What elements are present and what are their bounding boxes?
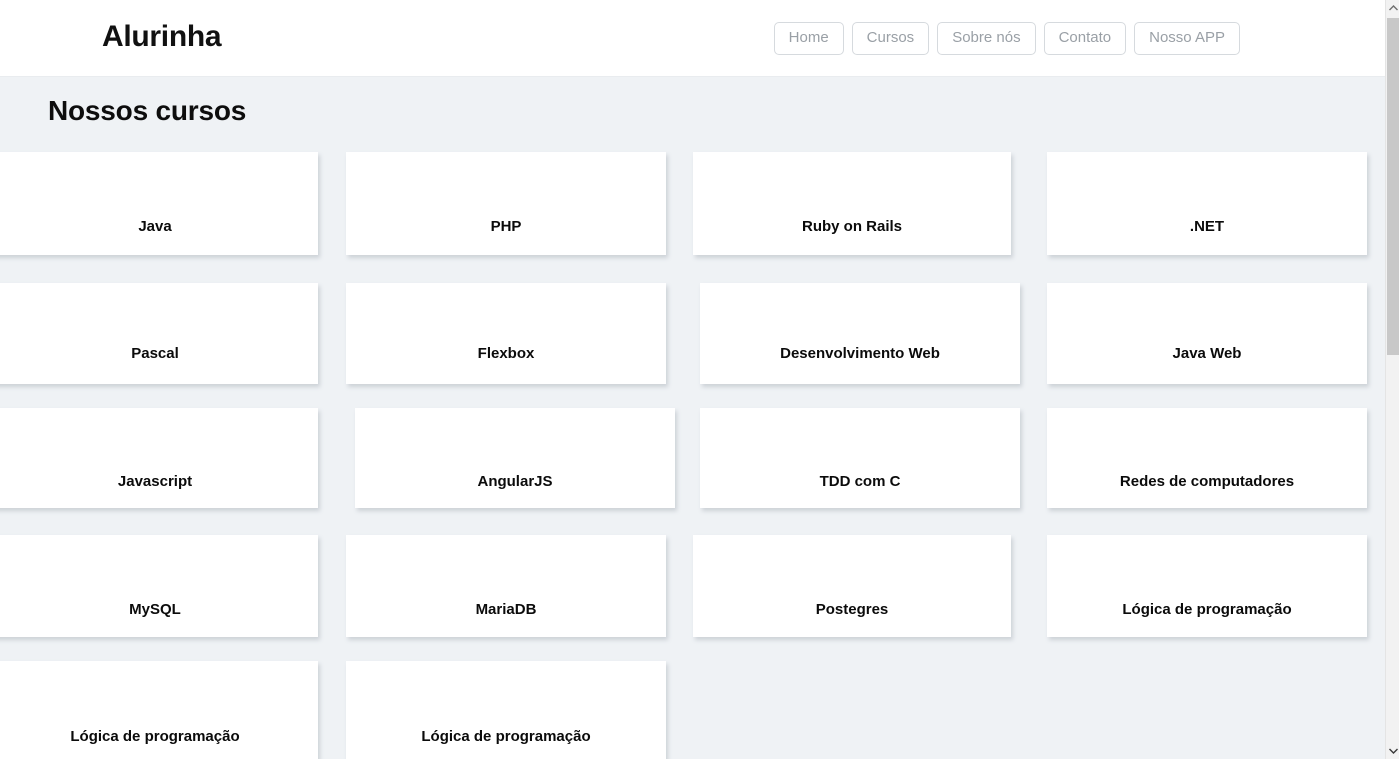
page-title: Nossos cursos bbox=[48, 95, 247, 126]
course-card-grid: Java PHP Ruby on Rails .NET Pascal Flexbox Des… bbox=[0, 146, 1385, 759]
course-card-label: Pascal bbox=[131, 345, 179, 362]
course-card-label: Lógica de programação bbox=[421, 728, 591, 745]
course-card-label: Redes de computadores bbox=[1119, 473, 1295, 490]
scrollbar-thumb[interactable] bbox=[1387, 18, 1399, 355]
main-navigation: Home Cursos Sobre nós Contato Nosso APP bbox=[773, 22, 1240, 55]
nav-home[interactable]: Home bbox=[773, 22, 844, 55]
course-card[interactable]: PHP bbox=[346, 152, 666, 255]
section-banner: Nossos cursos bbox=[0, 78, 1385, 146]
course-card-label: MySQL bbox=[129, 601, 181, 618]
course-card[interactable]: Lógica de programação bbox=[0, 661, 318, 759]
course-card-label: Lógica de programação bbox=[70, 728, 240, 745]
nav-cursos[interactable]: Cursos bbox=[851, 22, 930, 55]
course-card[interactable]: AngularJS bbox=[355, 408, 675, 508]
course-card-label: Java bbox=[138, 218, 172, 235]
course-card[interactable]: .NET bbox=[1047, 152, 1367, 255]
site-header: Alurinha Home Cursos Sobre nós Contato Nosso… bbox=[0, 0, 1385, 77]
course-card-label: Postegres bbox=[815, 601, 889, 618]
course-card-label: MariaDB bbox=[475, 601, 537, 618]
course-card[interactable]: Ruby on Rails bbox=[693, 152, 1011, 255]
course-card[interactable]: Lógica de programação bbox=[346, 661, 666, 759]
course-card[interactable]: Lógica de programação bbox=[1047, 535, 1367, 637]
course-card[interactable]: Flexbox bbox=[346, 283, 666, 384]
course-card-label: Lógica de programação bbox=[1122, 601, 1292, 618]
course-card[interactable]: MySQL bbox=[0, 535, 318, 637]
course-card-label: Ruby on Rails bbox=[801, 218, 902, 235]
chevron-down-icon bbox=[1388, 748, 1398, 754]
course-card[interactable]: MariaDB bbox=[346, 535, 666, 637]
scroll-down-button[interactable] bbox=[1386, 743, 1399, 759]
course-card[interactable]: Desenvolvimento Web bbox=[700, 283, 1020, 384]
course-card[interactable]: Redes de computadores bbox=[1047, 408, 1367, 508]
site-brand-title: Alurinha bbox=[102, 20, 222, 53]
page-viewport: Alurinha Home Cursos Sobre nós Contato Nosso… bbox=[0, 0, 1399, 759]
scroll-up-button[interactable] bbox=[1386, 0, 1399, 16]
nav-sobre-nos[interactable]: Sobre nós bbox=[937, 22, 1036, 55]
course-card-label: TDD com C bbox=[819, 473, 901, 490]
course-card-label: Java Web bbox=[1172, 345, 1242, 362]
course-card-label: PHP bbox=[490, 218, 522, 235]
vertical-scrollbar[interactable] bbox=[1385, 0, 1399, 759]
course-card[interactable]: Javascript bbox=[0, 408, 318, 508]
course-card-label: AngularJS bbox=[477, 473, 553, 490]
chevron-up-icon bbox=[1388, 5, 1398, 11]
nosso-app[interactable]: Nosso APP bbox=[1134, 22, 1240, 55]
course-card[interactable]: TDD com C bbox=[700, 408, 1020, 508]
course-card-label: .NET bbox=[1189, 218, 1225, 235]
course-card-label: Flexbox bbox=[477, 345, 535, 362]
course-card-label: Javascript bbox=[117, 473, 193, 490]
course-card[interactable]: Java bbox=[0, 152, 318, 255]
course-card[interactable]: Pascal bbox=[0, 283, 318, 384]
nav-contato[interactable]: Contato bbox=[1043, 22, 1127, 55]
course-card[interactable]: Java Web bbox=[1047, 283, 1367, 384]
course-card-label: Desenvolvimento Web bbox=[780, 345, 940, 362]
course-card[interactable]: Postegres bbox=[693, 535, 1011, 637]
